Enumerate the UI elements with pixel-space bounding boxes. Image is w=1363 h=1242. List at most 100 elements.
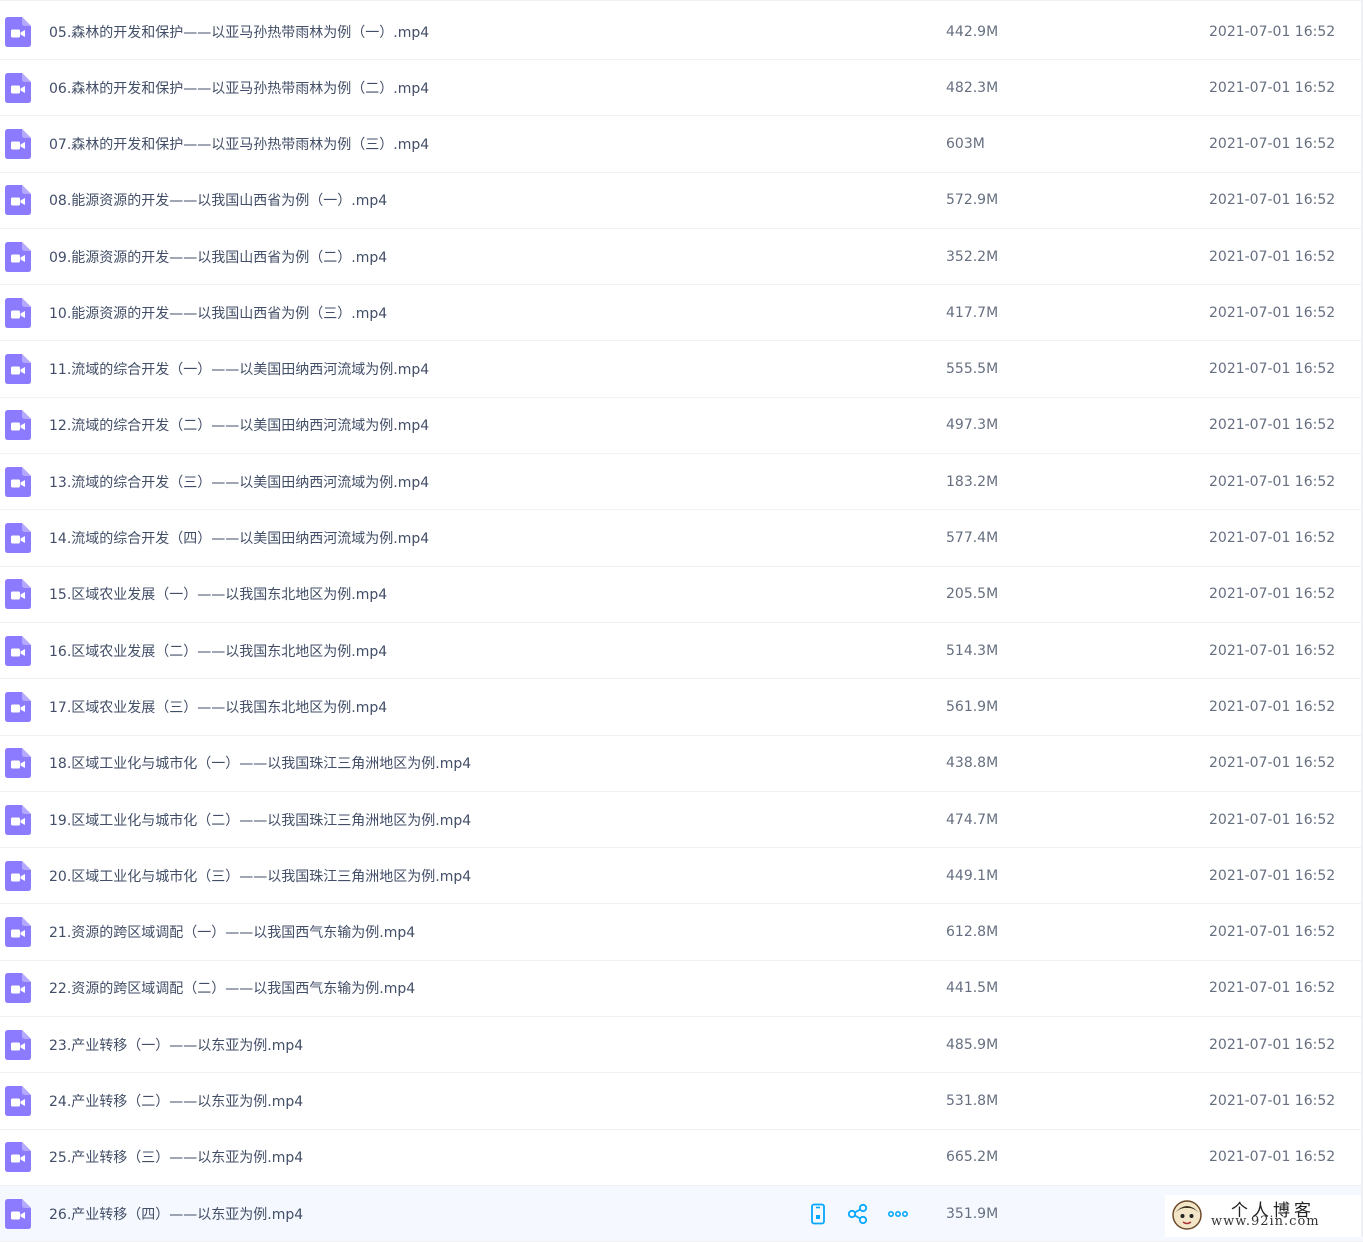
file-name[interactable]: 18.区域工业化与城市化（一）——以我国珠江三角洲地区为例.mp4 xyxy=(49,753,471,773)
file-modified-date: 2021-07-01 16:52 xyxy=(1209,135,1336,152)
file-row[interactable]: 12.流域的综合开发（二）——以美国田纳西河流域为例.mp4 497.3M 2021… xyxy=(0,398,1363,455)
file-modified-date: 2021-07-01 16:52 xyxy=(1209,192,1336,209)
avatar-icon xyxy=(1172,1200,1202,1230)
file-row[interactable]: 06.森林的开发和保护——以亚马孙热带雨林为例（二）.mp4 482.3M 2021… xyxy=(0,60,1363,117)
file-name[interactable]: 13.流域的综合开发（三）——以美国田纳西河流域为例.mp4 xyxy=(49,472,429,492)
file-size: 482.3M xyxy=(946,79,999,96)
file-row[interactable]: 09.能源资源的开发——以我国山西省为例（二）.mp4 352.2M 2021-07… xyxy=(0,229,1363,286)
video-file-icon xyxy=(5,748,31,779)
file-row[interactable]: 07.森林的开发和保护——以亚马孙热带雨林为例（三）.mp4 603M 2021-0… xyxy=(0,116,1363,173)
file-row[interactable]: 08.能源资源的开发——以我国山西省为例（一）.mp4 572.9M 2021-07… xyxy=(0,173,1363,229)
file-size: 442.9M xyxy=(946,24,999,40)
file-row[interactable]: 17.区域农业发展（三）——以我国东北地区为例.mp4 561.9M 2021-07… xyxy=(0,679,1363,736)
file-row[interactable]: 15.区域农业发展（一）——以我国东北地区为例.mp4 205.5M 2021-07… xyxy=(0,567,1363,623)
file-row[interactable]: 23.产业转移（一）——以东亚为例.mp4 485.9M 2021-07-01 16… xyxy=(0,1017,1363,1074)
file-modified-date: 2021-07-01 16:52 xyxy=(1209,811,1336,828)
watermark: 个人博客 www.92in.com xyxy=(1165,1195,1361,1237)
video-file-icon xyxy=(5,1198,31,1229)
file-modified-date: 2021-07-01 16:52 xyxy=(1209,248,1336,265)
file-name[interactable]: 25.产业转移（三）——以东亚为例.mp4 xyxy=(49,1147,303,1167)
file-row[interactable]: 20.区域工业化与城市化（三）——以我国珠江三角洲地区为例.mp4 449.1M 2… xyxy=(0,848,1363,905)
file-name[interactable]: 23.产业转移（一）——以东亚为例.mp4 xyxy=(49,1035,303,1055)
file-size: 205.5M xyxy=(946,586,999,603)
file-name[interactable]: 24.产业转移（二）——以东亚为例.mp4 xyxy=(49,1091,303,1111)
file-row[interactable]: 10.能源资源的开发——以我国山西省为例（三）.mp4 417.7M 2021-07… xyxy=(0,285,1363,342)
file-name[interactable]: 12.流域的综合开发（二）——以美国田纳西河流域为例.mp4 xyxy=(49,415,429,435)
file-modified-date: 2021-07-01 16:52 xyxy=(1209,79,1336,96)
file-name[interactable]: 11.流域的综合开发（一）——以美国田纳西河流域为例.mp4 xyxy=(49,359,429,379)
file-size: 352.2M xyxy=(946,248,999,265)
video-file-icon xyxy=(5,691,31,722)
video-file-icon xyxy=(5,523,31,554)
video-file-icon xyxy=(5,860,31,891)
file-modified-date: 2021-07-01 16:52 xyxy=(1209,924,1336,941)
file-name[interactable]: 19.区域工业化与城市化（二）——以我国珠江三角洲地区为例.mp4 xyxy=(49,810,471,830)
file-row[interactable]: 22.资源的跨区域调配（二）——以我国西气东输为例.mp4 441.5M 2021-… xyxy=(0,961,1363,1018)
file-name[interactable]: 14.流域的综合开发（四）——以美国田纳西河流域为例.mp4 xyxy=(49,528,429,548)
row-actions xyxy=(806,1202,910,1226)
file-modified-date: 2021-07-01 16:52 xyxy=(1209,1092,1336,1109)
file-modified-date: 2021-07-01 16:52 xyxy=(1209,417,1336,434)
file-name[interactable]: 08.能源资源的开发——以我国山西省为例（一）.mp4 xyxy=(49,190,387,210)
video-file-icon xyxy=(5,1085,31,1116)
file-modified-date: 2021-07-01 16:52 xyxy=(1209,1036,1336,1053)
file-row[interactable]: 25.产业转移（三）——以东亚为例.mp4 665.2M 2021-07-01 16… xyxy=(0,1130,1363,1186)
video-file-icon xyxy=(5,297,31,328)
file-name[interactable]: 22.资源的跨区域调配（二）——以我国西气东输为例.mp4 xyxy=(49,978,415,998)
video-file-icon xyxy=(5,17,31,47)
file-size: 665.2M xyxy=(946,1149,999,1166)
video-file-icon xyxy=(5,185,31,216)
video-file-icon xyxy=(5,804,31,835)
file-modified-date: 2021-07-01 16:52 xyxy=(1209,867,1336,884)
file-name[interactable]: 06.森林的开发和保护——以亚马孙热带雨林为例（二）.mp4 xyxy=(49,78,429,98)
file-name[interactable]: 05.森林的开发和保护——以亚马孙热带雨林为例（一）.mp4 xyxy=(49,22,429,42)
phone-icon[interactable] xyxy=(806,1202,830,1226)
share-icon[interactable] xyxy=(846,1202,870,1226)
file-modified-date: 2021-07-01 16:52 xyxy=(1209,755,1336,772)
file-row[interactable]: 11.流域的综合开发（一）——以美国田纳西河流域为例.mp4 555.5M 2021… xyxy=(0,341,1363,398)
video-file-icon xyxy=(5,1029,31,1060)
video-file-icon xyxy=(5,72,31,103)
file-row[interactable]: 26.产业转移（四）——以东亚为例.mp4 351.9M xyxy=(0,1185,1363,1242)
file-row[interactable]: 21.资源的跨区域调配（一）——以我国西气东输为例.mp4 612.8M 2021-… xyxy=(0,904,1363,961)
file-name[interactable]: 10.能源资源的开发——以我国山西省为例（三）.mp4 xyxy=(49,303,387,323)
file-name[interactable]: 21.资源的跨区域调配（一）——以我国西气东输为例.mp4 xyxy=(49,922,415,942)
file-modified-date: 2021-07-01 16:52 xyxy=(1209,642,1336,659)
file-size: 474.7M xyxy=(946,811,999,828)
file-size: 417.7M xyxy=(946,304,999,321)
file-row[interactable]: 24.产业转移（二）——以东亚为例.mp4 531.8M 2021-07-01 16… xyxy=(0,1073,1363,1130)
file-size: 577.4M xyxy=(946,530,999,547)
file-row[interactable]: 18.区域工业化与城市化（一）——以我国珠江三角洲地区为例.mp4 438.8M 2… xyxy=(0,736,1363,792)
file-name[interactable]: 07.森林的开发和保护——以亚马孙热带雨林为例（三）.mp4 xyxy=(49,134,429,154)
file-modified-date: 2021-07-01 16:52 xyxy=(1209,473,1336,490)
file-row[interactable]: 19.区域工业化与城市化（二）——以我国珠江三角洲地区为例.mp4 474.7M 2… xyxy=(0,792,1363,849)
file-row[interactable]: 13.流域的综合开发（三）——以美国田纳西河流域为例.mp4 183.2M 2021… xyxy=(0,454,1363,511)
file-name[interactable]: 15.区域农业发展（一）——以我国东北地区为例.mp4 xyxy=(49,584,387,604)
file-name[interactable]: 20.区域工业化与城市化（三）——以我国珠江三角洲地区为例.mp4 xyxy=(49,866,471,886)
file-modified-date: 2021-07-01 16:52 xyxy=(1209,586,1336,603)
video-file-icon xyxy=(5,917,31,948)
file-row[interactable]: 16.区域农业发展（二）——以我国东北地区为例.mp4 514.3M 2021-07… xyxy=(0,623,1363,680)
video-file-icon xyxy=(5,466,31,497)
file-modified-date: 2021-07-01 16:52 xyxy=(1209,361,1336,378)
more-icon[interactable] xyxy=(886,1202,910,1226)
file-size: 555.5M xyxy=(946,361,999,378)
file-modified-date: 2021-07-01 16:52 xyxy=(1209,304,1336,321)
file-modified-date: 2021-07-01 16:52 xyxy=(1209,698,1336,715)
file-list: 05.森林的开发和保护——以亚马孙热带雨林为例（一）.mp4 442.9M 2021… xyxy=(0,0,1363,1242)
video-file-icon xyxy=(5,128,31,159)
file-name[interactable]: 09.能源资源的开发——以我国山西省为例（二）.mp4 xyxy=(49,247,387,267)
file-modified-date: 2021-07-01 16:52 xyxy=(1209,530,1336,547)
video-file-icon xyxy=(5,410,31,441)
file-size: 572.9M xyxy=(946,192,999,209)
file-row[interactable]: 05.森林的开发和保护——以亚马孙热带雨林为例（一）.mp4 442.9M 2021… xyxy=(0,0,1363,60)
file-name[interactable]: 16.区域农业发展（二）——以我国东北地区为例.mp4 xyxy=(49,641,387,661)
file-row[interactable]: 14.流域的综合开发（四）——以美国田纳西河流域为例.mp4 577.4M 2021… xyxy=(0,510,1363,567)
file-size: 497.3M xyxy=(946,417,999,434)
file-name[interactable]: 17.区域农业发展（三）——以我国东北地区为例.mp4 xyxy=(49,697,387,717)
file-size: 438.8M xyxy=(946,755,999,772)
file-name[interactable]: 26.产业转移（四）——以东亚为例.mp4 xyxy=(49,1204,303,1224)
file-size: 449.1M xyxy=(946,867,999,884)
watermark-url: www.92in.com xyxy=(1211,1214,1320,1229)
file-modified-date: 2021-07-01 16:52 xyxy=(1209,24,1336,40)
